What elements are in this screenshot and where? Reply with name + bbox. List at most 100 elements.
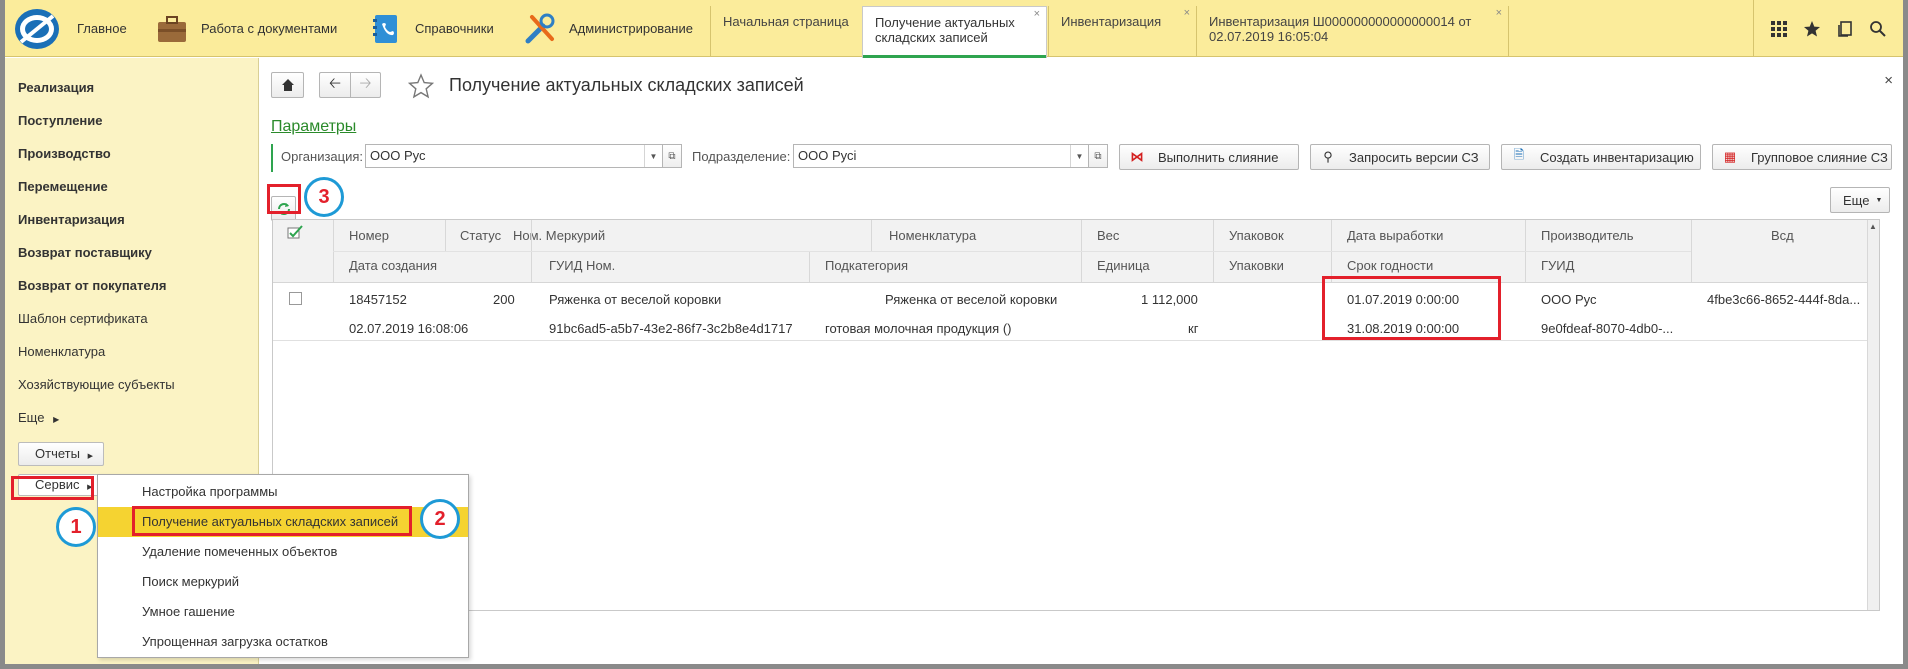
cell-nomenclature: Ряженка от веселой коровки <box>885 292 1058 307</box>
header-nomenclature[interactable]: Номенклатура <box>889 228 976 243</box>
stock-records-table: Номер Статус Ном. Меркурий Номенклатура … <box>272 219 1880 611</box>
header-producer[interactable]: Производитель <box>1541 228 1634 243</box>
annotation-badge-3: 3 <box>304 177 344 217</box>
cell-merc-name: Ряженка от веселой коровки <box>549 292 722 307</box>
section-references[interactable]: Справочники <box>369 0 494 57</box>
header-packaging[interactable]: Упаковки <box>1229 258 1284 273</box>
home-button[interactable] <box>271 72 304 98</box>
cell-created-date: 02.07.2019 16:08:06 <box>349 321 469 336</box>
create-inventory-button[interactable]: 🗎 Создать инвентаризацию <box>1501 144 1701 170</box>
organization-value: ООО Рус <box>370 148 426 163</box>
scroll-up-icon[interactable]: ▲ <box>1869 222 1877 231</box>
header-created-date[interactable]: Дата создания <box>349 258 437 273</box>
section-references-label: Справочники <box>415 21 494 36</box>
tab-close-icon[interactable]: × <box>1034 7 1040 22</box>
annotation-box-refresh <box>267 184 301 214</box>
header-packages[interactable]: Упаковок <box>1229 228 1284 243</box>
sidebar-item-return-to-supplier[interactable]: Возврат поставщику <box>18 245 152 260</box>
row-checkbox[interactable] <box>289 292 302 305</box>
header-vsd[interactable]: Всд <box>1771 228 1794 243</box>
favorite-star-icon[interactable] <box>408 73 434 99</box>
annotation-badge-2: 2 <box>420 499 460 539</box>
header-status[interactable]: Статус <box>460 228 501 243</box>
triangle-right-icon: ▶ <box>87 453 93 460</box>
sidebar-item-transfer[interactable]: Перемещение <box>18 179 108 194</box>
header-guid-nom[interactable]: ГУИД Ном. <box>549 258 615 273</box>
open-department-button[interactable]: ⧉ <box>1088 144 1108 168</box>
menu-item-simple-stock-load[interactable]: Упрощенная загрузка остатков <box>98 627 468 657</box>
sidebar-item-receipts[interactable]: Поступление <box>18 113 103 128</box>
tab-inventory-document[interactable]: Инвентаризация Ш000000000000000014 от 02… <box>1196 6 1508 57</box>
cell-producer: ООО Рус <box>1541 292 1597 307</box>
form-area: 🡠 🡢 Получение актуальных складских запис… <box>260 58 1903 664</box>
header-weight[interactable]: Вес <box>1097 228 1119 243</box>
header-production-date[interactable]: Дата выработки <box>1347 228 1443 243</box>
tools-icon <box>525 13 555 43</box>
top-bar: Главное Работа с документами Справочники <box>5 0 1903 58</box>
request-versions-button[interactable]: ⚲ Запросить версии СЗ <box>1310 144 1490 170</box>
group-merge-label: Групповое слияние СЗ <box>1751 149 1888 165</box>
header-number[interactable]: Номер <box>349 228 389 243</box>
service-menu: Настройка программы Получение актуальных… <box>97 474 469 658</box>
back-button[interactable]: 🡠 <box>319 72 350 98</box>
cell-unit: кг <box>1188 321 1199 336</box>
reports-button[interactable]: Отчеты ▶ <box>18 442 104 466</box>
sidebar-item-sales[interactable]: Реализация <box>18 80 94 95</box>
section-main[interactable]: Главное <box>77 0 127 57</box>
app-window: Главное Работа с документами Справочники <box>0 0 1908 669</box>
menu-item-settings[interactable]: Настройка программы <box>98 477 468 507</box>
open-organization-button[interactable]: ⧉ <box>662 144 682 168</box>
sidebar-item-return-from-customer[interactable]: Возврат от покупателя <box>18 278 166 293</box>
cell-vsd: 4fbe3c66-8652-444f-8da... <box>1707 292 1861 307</box>
tab-get-stock-records[interactable]: Получение актуальных складских записей × <box>862 6 1047 58</box>
sidebar-item-certificate-template[interactable]: Шаблон сертификата <box>18 311 148 326</box>
header-subcategory[interactable]: Подкатегория <box>825 258 908 273</box>
tab-home[interactable]: Начальная страница <box>710 6 862 57</box>
group-merge-button[interactable]: ▦ Групповое слияние СЗ <box>1712 144 1892 170</box>
table-scrollbar[interactable]: ▲ <box>1867 220 1879 610</box>
merge-button[interactable]: ⋈ Выполнить слияние <box>1119 144 1299 170</box>
table-header: Номер Статус Ном. Меркурий Номенклатура … <box>273 220 1879 283</box>
sidebar-item-nomenclature[interactable]: Номенклатура <box>18 344 105 359</box>
tab-close-icon[interactable]: × <box>1184 6 1190 21</box>
tab-close-icon[interactable]: × <box>1496 6 1502 21</box>
app-logo-icon[interactable] <box>13 6 61 52</box>
header-expiry[interactable]: Срок годности <box>1347 258 1433 273</box>
tab-label-line1: Получение актуальных <box>875 15 1015 30</box>
sidebar-item-business-entities[interactable]: Хозяйствующие субъекты <box>18 377 175 392</box>
annotation-box-dates <box>1322 276 1501 340</box>
grid-icon[interactable] <box>1770 20 1788 38</box>
menu-item-search-mercury[interactable]: Поиск меркурий <box>98 567 468 597</box>
menu-item-smart-cancel[interactable]: Умное гашение <box>98 597 468 627</box>
close-form-icon[interactable]: × <box>1884 72 1893 89</box>
create-inventory-label: Создать инвентаризацию <box>1540 149 1694 165</box>
header-unit[interactable]: Единица <box>1097 258 1150 273</box>
open-icon: ⧉ <box>668 150 676 162</box>
department-field[interactable]: ООО Русі ▼ <box>793 144 1089 168</box>
section-main-label: Главное <box>77 21 127 36</box>
cell-guid: 9e0fdeaf-8070-4db0-... <box>1541 321 1674 336</box>
sidebar-item-inventory[interactable]: Инвентаризация <box>18 212 125 227</box>
tab-inventory[interactable]: Инвентаризация × <box>1048 6 1196 57</box>
history-icon[interactable] <box>1836 20 1854 38</box>
header-guid[interactable]: ГУИД <box>1541 258 1574 273</box>
sidebar-item-production[interactable]: Производство <box>18 146 111 161</box>
section-documents[interactable]: Работа с документами <box>155 0 337 57</box>
tab-empty-space <box>1508 6 1761 57</box>
sidebar-more[interactable]: Еще ▶ <box>18 410 59 425</box>
mark-column-icon[interactable] <box>287 225 303 239</box>
forward-button[interactable]: 🡢 <box>350 72 381 98</box>
dropdown-arrow-icon[interactable]: ▼ <box>644 145 662 167</box>
star-icon[interactable] <box>1803 20 1821 38</box>
header-merc-name[interactable]: Ном. Меркурий <box>513 228 605 243</box>
table-row[interactable]: 18457152 200 Ряженка от веселой коровки … <box>273 283 1867 341</box>
search-icon[interactable] <box>1869 20 1887 38</box>
home-icon <box>281 79 294 91</box>
section-administration[interactable]: Администрирование <box>523 0 693 57</box>
menu-item-delete-marked[interactable]: Удаление помеченных объектов <box>98 537 468 567</box>
dropdown-arrow-icon[interactable]: ▼ <box>1070 145 1088 167</box>
parameters-link[interactable]: Параметры <box>271 118 356 136</box>
organization-field[interactable]: ООО Рус ▼ <box>365 144 663 168</box>
section-documents-label: Работа с документами <box>201 21 338 36</box>
more-actions-button[interactable]: Еще ▼ <box>1830 187 1890 213</box>
